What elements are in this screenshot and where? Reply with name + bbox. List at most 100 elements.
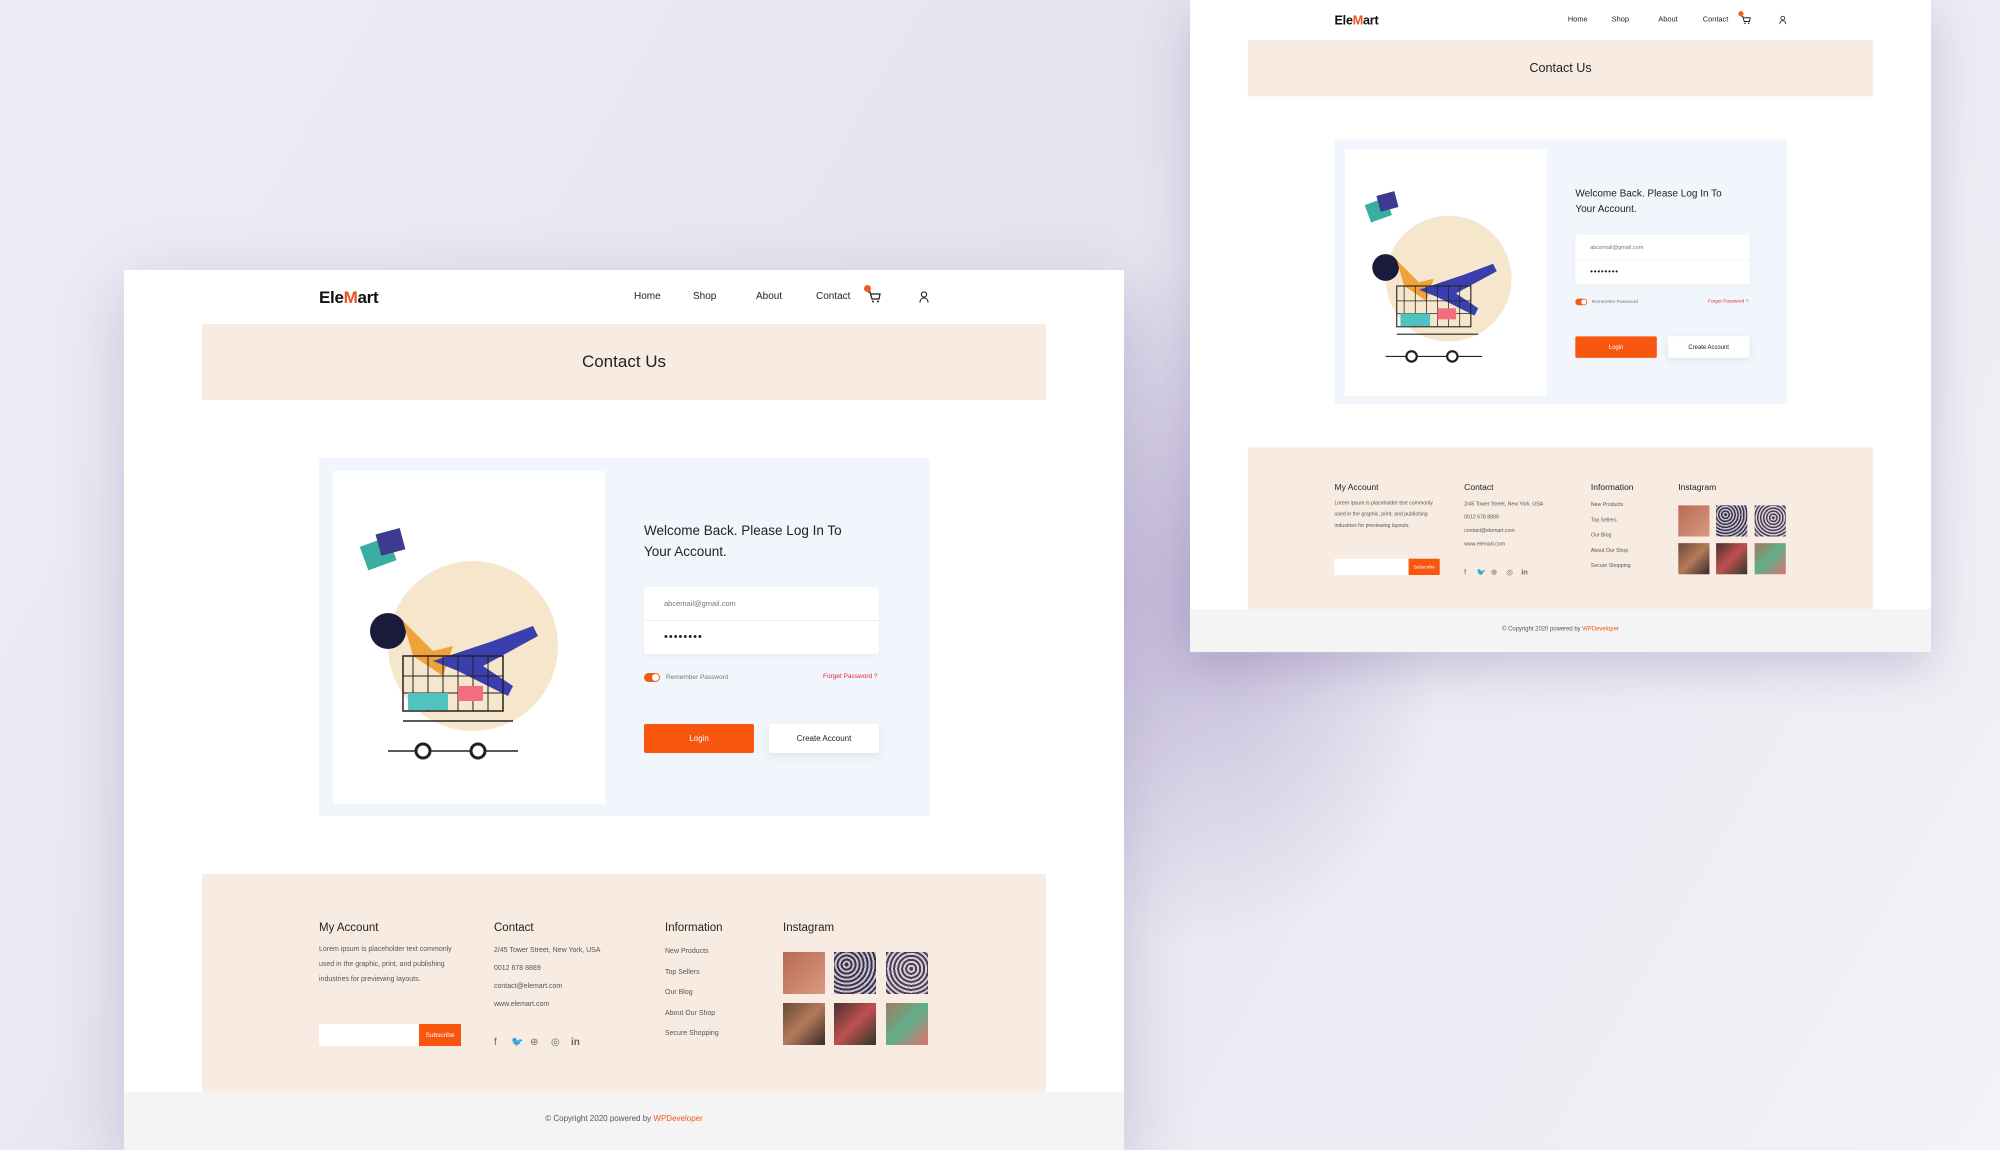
contact-phone: 0012 678 8889 [1464,514,1499,521]
email-field[interactable]: abcemail@gmail.com [644,587,879,620]
nav-home[interactable]: Home [634,291,661,302]
forgot-password-link[interactable]: Forget Password ? [823,673,878,680]
cart-icon[interactable] [1738,11,1752,25]
user-icon[interactable] [919,290,929,308]
instagram-image[interactable] [1678,543,1710,575]
logo-text: Ele [319,288,344,307]
info-link[interactable]: New Products [665,942,719,963]
dribbble-icon[interactable]: ⊛ [1491,568,1497,576]
instagram-image[interactable] [886,1003,928,1045]
twitter-icon[interactable]: 🐦 [511,1037,523,1048]
copyright-text: © Copyright 2020 powered by [1502,625,1583,633]
instagram-image[interactable] [1678,505,1710,537]
instagram-image[interactable] [783,1003,825,1045]
subscribe-input[interactable] [1334,558,1409,576]
logo-text: art [357,288,379,307]
nav-shop[interactable]: Shop [1612,16,1629,24]
contact-address: 2/45 Tower Street, New York, USA [494,947,601,954]
facebook-icon[interactable]: f [1464,568,1466,576]
dribbble-icon[interactable]: ⊛ [530,1037,538,1048]
footer-about-text: Lorem ipsum is placeholder text commonly… [1334,500,1433,529]
logo-text: M [1352,13,1364,28]
nav-contact[interactable]: Contact [816,291,850,302]
subscribe-button[interactable]: Subscribe [1408,558,1440,576]
wpdeveloper-link[interactable]: WPDeveloper [1582,625,1619,632]
contact-info: 2/45 Tower Street, New York, USA 0012 67… [494,942,600,1014]
footer-heading: Instagram [1678,483,1717,493]
contact-info: 2/45 Tower Street, New York, USA 0012 67… [1464,498,1543,551]
create-account-button[interactable]: Create Account [1667,336,1750,358]
instagram-image[interactable] [1716,543,1748,575]
nav-home[interactable]: Home [1568,16,1588,24]
password-field[interactable]: •••••••• [1575,259,1750,283]
info-link[interactable]: Top Sellers [665,963,719,984]
logo-text: M [343,288,358,307]
nav-about[interactable]: About [1658,16,1677,24]
info-link[interactable]: Our Blog [1591,528,1631,543]
contact-email[interactable]: contact@elemart.com [1464,525,1543,538]
logo[interactable]: EleMart [319,288,379,308]
instagram-image[interactable] [834,952,876,994]
copyright: © Copyright 2020 powered by WPDeveloper [124,1114,1124,1123]
footer-heading: Contact [494,922,534,934]
instagram-image[interactable] [886,952,928,994]
cart-badge [864,285,871,292]
instagram-image[interactable] [1716,505,1748,537]
nav-shop[interactable]: Shop [693,291,716,302]
logo-text: art [1363,13,1379,28]
footer-about-text: Lorem ipsum is placeholder text commonly… [319,946,452,983]
facebook-icon[interactable]: f [494,1037,497,1048]
cart-icon[interactable] [864,285,882,304]
contact-phone: 0012 678 8889 [494,965,541,972]
page-banner: Contact Us [1247,40,1874,97]
page-banner: Contact Us [202,324,1046,400]
linkedin-icon[interactable]: in [571,1037,580,1048]
email-field[interactable]: abcemail@gmail.com [1575,235,1749,259]
footer-heading: My Account [319,922,379,934]
contact-address: 2/45 Tower Street, New York, USA [1464,501,1544,507]
remember-label: Remember Password [1591,299,1638,305]
remember-toggle[interactable] [1575,298,1588,306]
logo[interactable]: EleMart [1334,13,1378,28]
info-link[interactable]: Top Sellers [1591,513,1631,528]
twitter-icon[interactable]: 🐦 [1477,568,1486,576]
login-heading: Welcome Back. Please Log In To Your Acco… [1575,187,1722,215]
instagram-icon[interactable]: ◎ [1506,568,1512,576]
info-link[interactable]: Our Blog [665,983,719,1004]
instagram-image[interactable] [1754,543,1786,575]
instagram-image[interactable] [834,1003,876,1045]
info-link[interactable]: Secure Shopping [1591,559,1631,574]
login-button[interactable]: Login [1575,336,1657,358]
contact-website[interactable]: www.elemart.com [1464,538,1543,551]
forgot-password-link[interactable]: Forget Password ? [1708,299,1748,304]
shopping-illustration [333,471,605,804]
info-link[interactable]: About Our Shop [1591,544,1631,559]
password-field[interactable]: •••••••• [644,620,879,653]
instagram-icon[interactable]: ◎ [551,1037,560,1048]
logo-text: Ele [1334,13,1353,28]
contact-email[interactable]: contact@elemart.com [494,978,600,996]
cart-badge [1738,11,1744,17]
instagram-image[interactable] [783,952,825,994]
subscribe-input[interactable] [319,1024,419,1046]
info-link[interactable]: Secure Shopping [665,1024,719,1045]
contact-website[interactable]: www.elemart.com [494,996,600,1014]
remember-label: Remember Password [666,674,729,681]
info-link[interactable]: About Our Shop [665,1004,719,1025]
copyright: © Copyright 2020 powered by WPDeveloper [1190,625,1931,632]
nav-about[interactable]: About [756,291,782,302]
login-button[interactable]: Login [644,724,754,753]
wpdeveloper-link[interactable]: WPDeveloper [653,1114,702,1123]
footer-heading: Contact [1464,483,1494,493]
linkedin-icon[interactable]: in [1521,568,1528,576]
login-form: abcemail@gmail.com •••••••• [644,587,879,654]
create-account-button[interactable]: Create Account [769,724,879,753]
instagram-image[interactable] [1754,505,1786,537]
nav-contact[interactable]: Contact [1703,16,1729,24]
page-title: Contact Us [1529,60,1592,75]
copyright-text: © Copyright 2020 powered by [545,1114,654,1123]
user-icon[interactable] [1779,15,1787,28]
info-link[interactable]: New Products [1591,498,1631,513]
remember-toggle[interactable] [644,673,660,682]
subscribe-button[interactable]: Subscribe [419,1024,461,1046]
